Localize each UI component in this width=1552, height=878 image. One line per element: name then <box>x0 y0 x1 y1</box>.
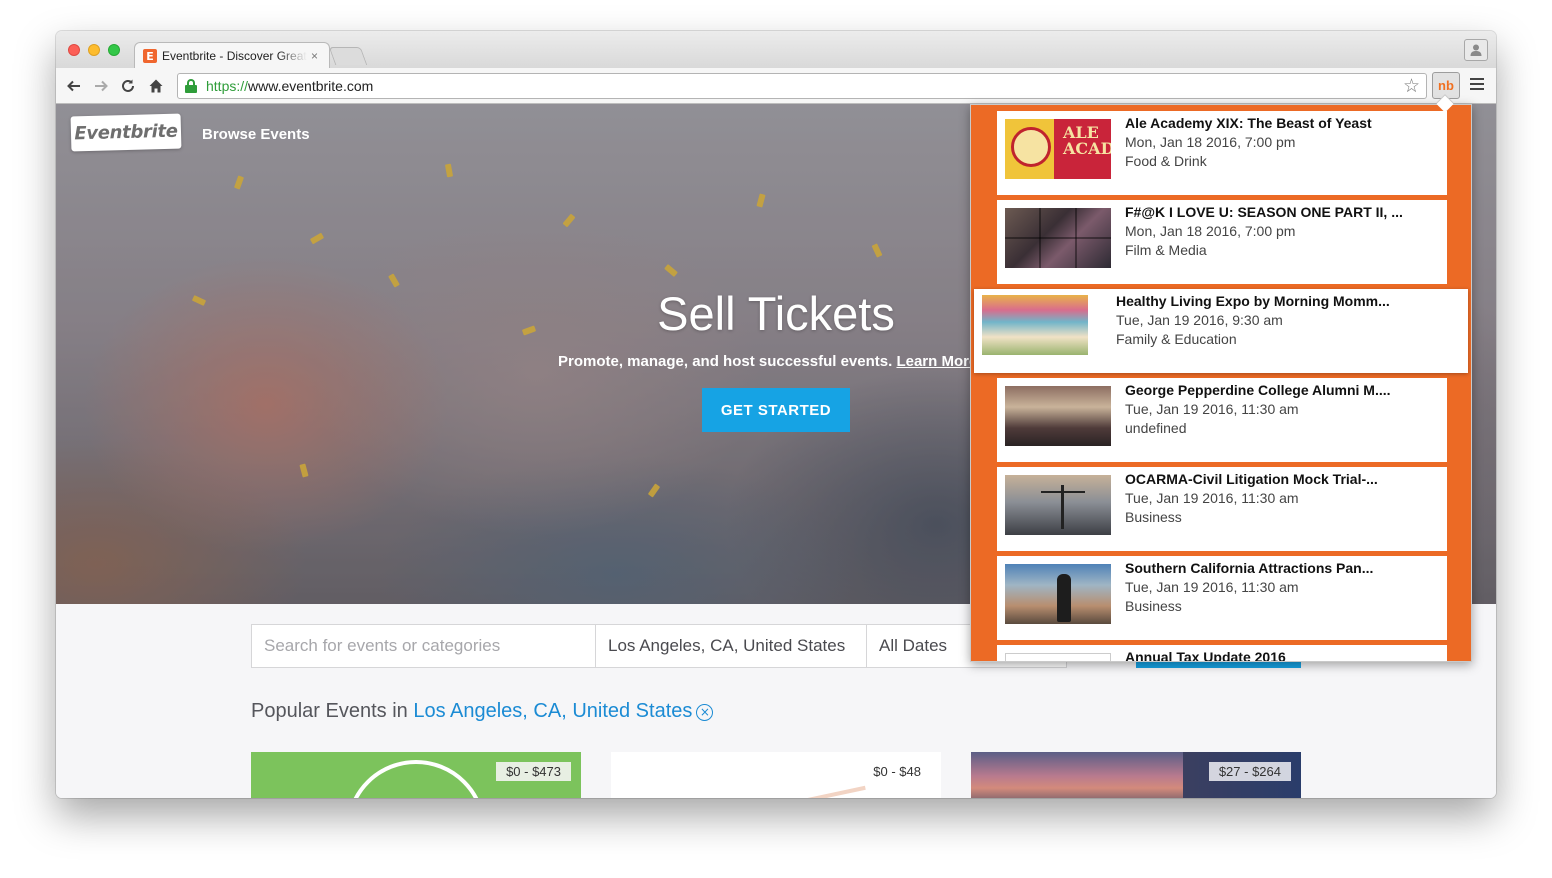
url-host: www.eventbrite.com <box>248 78 374 94</box>
event-thumbnail <box>982 295 1088 355</box>
browser-window: E Eventbrite - Discover Great Events × h… <box>56 31 1496 798</box>
price-badge: $0 - $473 <box>496 762 571 781</box>
event-thumbnail <box>1005 653 1111 661</box>
event-title: OCARMA-Civil Litigation Mock Trial-... <box>1125 471 1378 487</box>
browser-tab[interactable]: E Eventbrite - Discover Great Events × <box>134 42 330 69</box>
event-card[interactable]: $0 - $48 <box>611 752 941 798</box>
forward-arrow-icon <box>95 80 108 92</box>
forward-button[interactable] <box>91 76 111 96</box>
event-category: undefined <box>1125 420 1187 436</box>
profile-icon <box>1470 44 1482 56</box>
popup-event-item-hovered[interactable]: Healthy Living Expo by Morning Momm... T… <box>974 289 1468 373</box>
close-window-button[interactable] <box>68 44 80 56</box>
event-title: Ale Academy XIX: The Beast of Yeast <box>1125 115 1372 131</box>
popup-event-item[interactable]: George Pepperdine College Alumni M.... T… <box>997 378 1447 462</box>
clear-location-icon[interactable]: × <box>696 704 714 721</box>
extension-popup: ALE ACADEMY Ale Academy XIX: The Beast o… <box>970 104 1472 662</box>
event-date: Tue, Jan 19 2016, 11:30 am <box>1125 490 1299 506</box>
tab-close-icon[interactable]: × <box>311 49 318 63</box>
event-thumbnail <box>1005 208 1111 268</box>
home-icon <box>149 79 163 93</box>
browse-events-link[interactable]: Browse Events <box>202 126 310 143</box>
reload-icon <box>122 79 134 92</box>
eventbrite-favicon-icon: E <box>143 49 157 63</box>
profile-button[interactable] <box>1464 39 1488 61</box>
event-title: George Pepperdine College Alumni M.... <box>1125 382 1391 398</box>
location-input[interactable]: Los Angeles, CA, United States <box>596 624 867 668</box>
popup-event-item[interactable]: F#@K I LOVE U: SEASON ONE PART II, ... M… <box>997 200 1447 284</box>
address-bar[interactable]: https://www.eventbrite.com ☆ <box>177 73 1427 99</box>
popular-prefix: Popular Events in <box>251 700 408 722</box>
event-date: Tue, Jan 19 2016, 11:30 am <box>1125 579 1299 595</box>
extension-button[interactable]: nb <box>1432 72 1460 99</box>
event-thumbnail <box>1005 564 1111 624</box>
popup-event-item[interactable]: ALE ACADEMY Ale Academy XIX: The Beast o… <box>997 111 1447 195</box>
price-badge: $0 - $48 <box>863 762 931 781</box>
hamburger-menu-icon[interactable] <box>1470 78 1484 92</box>
popular-city-link[interactable]: Los Angeles, CA, United States <box>413 700 692 722</box>
eventbrite-logo[interactable]: Eventbrite <box>70 113 182 152</box>
price-badge: $27 - $264 <box>1208 762 1291 781</box>
event-date: Mon, Jan 18 2016, 7:00 pm <box>1125 134 1296 150</box>
popular-events-heading: Popular Events in Los Angeles, CA, Unite… <box>251 700 714 723</box>
browser-toolbar: https://www.eventbrite.com ☆ nb <box>56 68 1496 104</box>
event-title: F#@K I LOVE U: SEASON ONE PART II, ... <box>1125 204 1403 220</box>
event-date: Mon, Jan 18 2016, 7:00 pm <box>1125 223 1296 239</box>
thumb-logo-text: ALE ACADEMY <box>1063 123 1111 158</box>
reload-button[interactable] <box>118 76 138 96</box>
title-bar: E Eventbrite - Discover Great Events × <box>56 31 1496 69</box>
zoom-window-button[interactable] <box>108 44 120 56</box>
event-search-bar: Search for events or categories Los Ange… <box>251 624 1067 668</box>
event-thumbnail: ALE ACADEMY <box>1005 119 1111 179</box>
url-scheme: https:// <box>206 78 249 94</box>
home-button[interactable] <box>146 76 166 96</box>
tab-title: Eventbrite - Discover Great Events <box>162 49 307 63</box>
new-tab-button[interactable] <box>328 47 368 65</box>
event-category: Food & Drink <box>1125 153 1207 169</box>
extension-logo-icon: nb <box>1438 78 1454 93</box>
popup-event-item[interactable]: Southern California Attractions Pan... T… <box>997 556 1447 640</box>
hero-subtitle: Promote, manage, and host successful eve… <box>558 353 977 370</box>
event-category: Family & Education <box>1116 331 1237 347</box>
event-category: Film & Media <box>1125 242 1207 258</box>
event-date: Tue, Jan 19 2016, 11:30 am <box>1125 401 1299 417</box>
event-thumbnail <box>1005 386 1111 446</box>
event-title: Annual Tax Update 2016 <box>1125 649 1286 662</box>
event-title: Southern California Attractions Pan... <box>1125 560 1374 576</box>
event-category: Business <box>1125 598 1182 614</box>
hero-subtitle-text: Promote, manage, and host successful eve… <box>558 353 893 370</box>
event-card[interactable]: $27 - $264 <box>971 752 1301 798</box>
back-button[interactable] <box>64 76 84 96</box>
back-arrow-icon <box>67 80 80 92</box>
search-button[interactable] <box>1136 662 1301 668</box>
event-category: Business <box>1125 509 1182 525</box>
star-icon[interactable]: ☆ <box>1403 75 1420 97</box>
learn-more-link[interactable]: Learn More <box>896 353 977 370</box>
search-input[interactable]: Search for events or categories <box>251 624 596 668</box>
event-date: Tue, Jan 19 2016, 9:30 am <box>1116 312 1283 328</box>
minimize-window-button[interactable] <box>88 44 100 56</box>
lock-icon <box>184 79 198 93</box>
event-title: Healthy Living Expo by Morning Momm... <box>1116 293 1390 309</box>
logo-text: Eventbrite <box>74 120 178 145</box>
popup-event-item[interactable]: Annual Tax Update 2016 <box>997 645 1447 662</box>
event-card[interactable]: $0 - $473 <box>251 752 581 798</box>
event-thumbnail <box>1005 475 1111 535</box>
popup-event-item[interactable]: OCARMA-Civil Litigation Mock Trial-... T… <box>997 467 1447 551</box>
get-started-button[interactable]: GET STARTED <box>702 388 850 432</box>
